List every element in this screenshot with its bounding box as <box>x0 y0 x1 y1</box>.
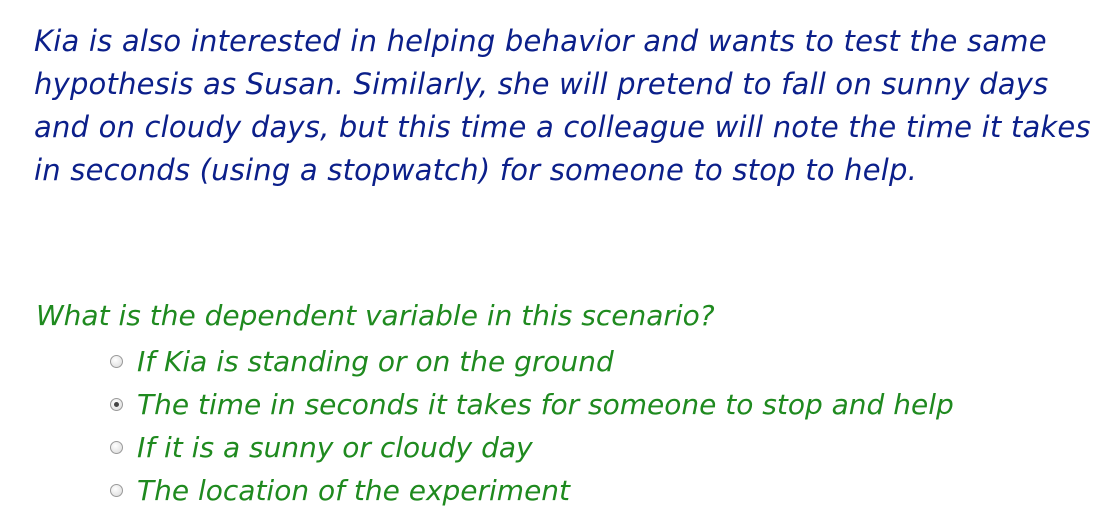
radio-button-selected[interactable] <box>110 398 123 411</box>
question-text: What is the dependent variable in this s… <box>36 299 715 332</box>
radio-button[interactable] <box>110 484 123 497</box>
answer-options: If Kia is standing or on the ground The … <box>110 340 954 512</box>
option-location[interactable]: The location of the experiment <box>110 469 954 512</box>
option-label: If it is a sunny or cloudy day <box>137 431 533 464</box>
option-standing-or-ground[interactable]: If Kia is standing or on the ground <box>110 340 954 383</box>
option-time-in-seconds[interactable]: The time in seconds it takes for someone… <box>110 383 954 426</box>
scenario-text: Kia is also interested in helping behavi… <box>34 24 1091 187</box>
option-label: If Kia is standing or on the ground <box>137 345 614 378</box>
option-label: The location of the experiment <box>137 474 571 507</box>
radio-button[interactable] <box>110 441 123 454</box>
option-label: The time in seconds it takes for someone… <box>137 388 954 421</box>
radio-button[interactable] <box>110 355 123 368</box>
option-sunny-or-cloudy[interactable]: If it is a sunny or cloudy day <box>110 426 954 469</box>
